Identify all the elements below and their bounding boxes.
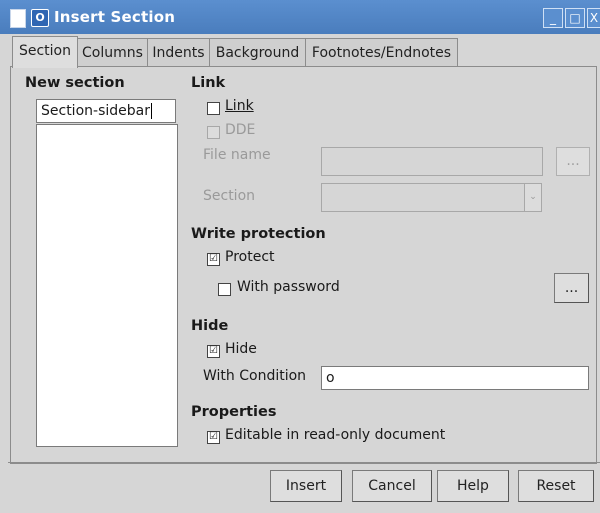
protect-label: Protect xyxy=(225,249,275,265)
file-name-label: File name xyxy=(203,147,271,163)
link-heading: Link xyxy=(191,75,226,91)
dde-label: DDE xyxy=(225,122,256,138)
tab-footnotes-endnotes[interactable]: Footnotes/Endnotes xyxy=(305,38,458,67)
maximize-button[interactable]: □ xyxy=(565,8,585,28)
window-title: Insert Section xyxy=(54,8,176,26)
minimize-button[interactable]: _ xyxy=(543,8,563,28)
cancel-button[interactable]: Cancel xyxy=(352,470,432,502)
link-checkbox[interactable] xyxy=(207,102,220,115)
hide-label: Hide xyxy=(225,341,257,357)
reset-button[interactable]: Reset xyxy=(518,470,594,502)
dde-checkbox[interactable] xyxy=(207,126,220,139)
chevron-down-icon: ⌄ xyxy=(524,184,541,211)
condition-label: With Condition xyxy=(203,368,307,384)
hide-checkbox[interactable]: ☑ xyxy=(207,345,220,358)
section-panel: New section Section-sidebar Link Link DD… xyxy=(10,66,597,464)
tab-section[interactable]: Section xyxy=(12,36,78,68)
section-list[interactable] xyxy=(36,124,178,447)
section-name-input[interactable]: Section-sidebar xyxy=(36,99,176,123)
file-browse-button[interactable]: ... xyxy=(556,147,590,176)
help-button[interactable]: Help xyxy=(437,470,509,502)
new-section-heading: New section xyxy=(25,75,125,91)
properties-heading: Properties xyxy=(191,404,277,420)
password-checkbox[interactable] xyxy=(218,283,231,296)
link-label: Link xyxy=(225,98,254,114)
tab-indents[interactable]: Indents xyxy=(147,38,210,67)
editable-checkbox[interactable]: ☑ xyxy=(207,431,220,444)
section-label: Section xyxy=(203,188,256,204)
hide-heading: Hide xyxy=(191,318,229,334)
password-label: With password xyxy=(237,279,340,295)
tab-background[interactable]: Background xyxy=(209,38,306,67)
protect-checkbox[interactable]: ☑ xyxy=(207,253,220,266)
password-button[interactable]: ... xyxy=(554,273,589,303)
separator xyxy=(8,462,600,463)
tab-columns[interactable]: Columns xyxy=(77,38,148,67)
insert-button[interactable]: Insert xyxy=(270,470,342,502)
close-button[interactable]: X xyxy=(587,8,600,28)
section-dropdown[interactable]: ⌄ xyxy=(321,183,542,212)
editable-label: Editable in read-only document xyxy=(225,427,446,443)
condition-input[interactable]: o xyxy=(321,366,589,390)
write-protection-heading: Write protection xyxy=(191,226,326,242)
app-icon: O xyxy=(31,9,49,27)
title-bar: O Insert Section _ □ X xyxy=(0,0,600,34)
file-name-input[interactable] xyxy=(321,147,543,176)
document-icon xyxy=(10,9,26,28)
